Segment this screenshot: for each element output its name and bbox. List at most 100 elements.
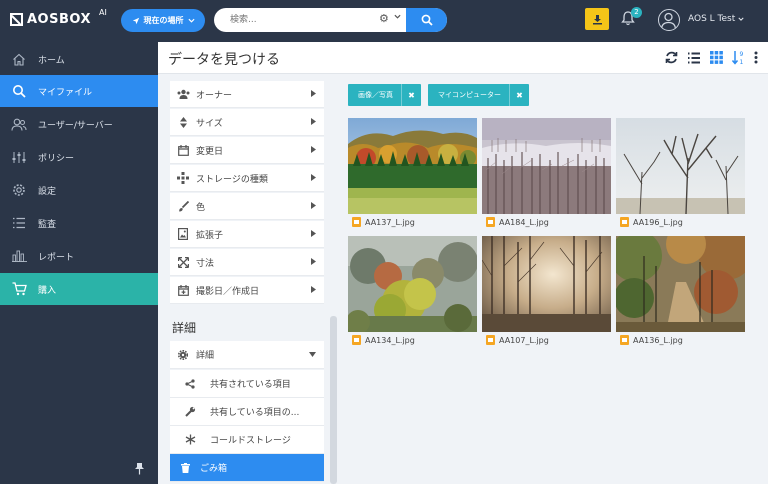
filter-owner[interactable]: オーナー <box>170 81 324 108</box>
more-options-icon[interactable] <box>754 51 758 64</box>
filter-label: 色 <box>196 202 206 213</box>
cold-storage-item[interactable]: コールドストレージ <box>170 426 324 454</box>
filter-storage-type[interactable]: ストレージの種類 <box>170 165 324 192</box>
snowflake-icon <box>185 434 195 445</box>
caret-right-icon <box>311 90 316 97</box>
calendar-plus-icon <box>177 284 189 296</box>
user-name: AOS L Test <box>688 14 736 24</box>
sort-numeric-icon[interactable]: 91 <box>732 50 745 65</box>
caret-right-icon <box>311 286 316 293</box>
current-location-button[interactable]: 現在の場所 <box>121 9 205 32</box>
sidebar-item-label: ユーザー/サーバー <box>38 120 113 131</box>
image-thumbnail-aa196[interactable] <box>616 118 745 214</box>
sidebar-item-report[interactable]: レポート <box>0 240 158 272</box>
gear-icon <box>178 349 188 360</box>
image-file-icon <box>486 335 495 345</box>
autumn-forest-photo <box>348 118 477 214</box>
filter-dimensions[interactable]: 寸法 <box>170 249 324 276</box>
image-thumbnail-aa134[interactable] <box>348 236 477 332</box>
list-view-icon[interactable] <box>687 52 701 64</box>
filter-size[interactable]: サイズ <box>170 109 324 136</box>
shared-by-me-item[interactable]: 共有している項目の... <box>170 398 324 426</box>
details-dropdown[interactable]: 詳細 <box>170 341 324 369</box>
sidebar-item-home[interactable]: ホーム <box>0 43 158 75</box>
logo-text: AOSBOX <box>27 12 91 27</box>
download-icon <box>592 14 602 24</box>
filter-extension[interactable]: 拡張子 <box>170 221 324 248</box>
image-thumbnail-aa184[interactable] <box>482 118 611 214</box>
caret-right-icon <box>311 146 316 153</box>
sort-icon <box>179 116 187 128</box>
sidebar-item-policy[interactable]: ポリシー <box>0 141 158 173</box>
cart-icon <box>12 282 27 296</box>
filter-panel: オーナー サイズ 変更日 ストレージの種類 色 拡張子 寸法 撮影日／作成日 詳… <box>158 74 338 484</box>
shared-with-me-item[interactable]: 共有されている項目 <box>170 370 324 398</box>
main-header: データを見つける 91 <box>158 42 768 74</box>
file-name-label[interactable]: AA134_L.jpg <box>352 335 415 345</box>
sidebar-item-label: 設定 <box>38 186 57 197</box>
image-thumbnail-aa107[interactable] <box>482 236 611 332</box>
details-label: ごみ箱 <box>200 464 228 474</box>
file-name-label[interactable]: AA107_L.jpg <box>486 335 549 345</box>
search-button[interactable] <box>406 8 447 32</box>
sidebar-item-label: 監査 <box>38 219 57 230</box>
search-icon <box>13 85 26 98</box>
file-name-label[interactable]: AA137_L.jpg <box>352 217 415 227</box>
remove-tag-close-icon[interactable]: ✖ <box>509 84 529 106</box>
share-icon <box>185 378 195 389</box>
image-thumbnail-aa137[interactable] <box>348 118 477 214</box>
trash-item[interactable]: ごみ箱 <box>170 454 324 482</box>
svg-text:1: 1 <box>740 59 744 65</box>
calendar-icon <box>177 144 189 156</box>
top-bar: AOSBOX AI 現在の場所 ⚙ 2 AOS L Test <box>0 0 768 42</box>
filter-capture-date[interactable]: 撮影日／作成日 <box>170 277 324 304</box>
logo[interactable]: AOSBOX AI <box>10 8 107 27</box>
user-icon <box>660 12 677 30</box>
filter-label: ストレージの種類 <box>196 174 268 185</box>
users-icon <box>11 118 27 131</box>
search-icon <box>421 14 433 26</box>
filter-tag-images: 画像／写真 ✖ <box>348 84 421 106</box>
caret-right-icon <box>311 202 316 209</box>
forest-path-photo <box>616 236 745 332</box>
search-bar: ⚙ <box>214 8 447 32</box>
trash-icon <box>180 462 190 473</box>
download-button[interactable] <box>585 8 609 30</box>
image-thumbnail-aa136[interactable] <box>616 236 745 332</box>
filter-label: 寸法 <box>196 258 215 269</box>
filter-scrollbar[interactable] <box>330 316 337 484</box>
wrench-icon <box>184 406 195 417</box>
chevron-down-icon[interactable] <box>394 14 401 19</box>
results-area: 画像／写真 ✖ マイコンピューター ✖ AA137_L.jpg AA184_L.… <box>338 74 768 484</box>
image-file-icon <box>620 217 629 227</box>
details-section-title: 詳細 <box>172 321 197 335</box>
details-label: 共有されている項目 <box>210 380 291 390</box>
page-title: データを見つける <box>168 52 280 68</box>
search-options-gear-icon[interactable]: ⚙ <box>379 12 389 25</box>
sidebar-item-users-servers[interactable]: ユーザー/サーバー <box>0 108 158 140</box>
bare-trees-photo <box>616 118 745 214</box>
winter-field-photo <box>482 118 611 214</box>
remove-tag-close-icon[interactable]: ✖ <box>401 84 421 106</box>
chevron-down-icon <box>738 17 744 21</box>
image-file-icon <box>352 217 361 227</box>
chevron-down-icon <box>187 18 195 23</box>
users-icon <box>177 89 189 99</box>
avatar[interactable] <box>658 9 680 31</box>
sidebar-item-my-files[interactable]: マイファイル <box>0 75 164 107</box>
sidebar-item-audit[interactable]: 監査 <box>0 207 158 239</box>
sidebar-item-label: 購入 <box>38 285 57 296</box>
refresh-icon[interactable] <box>665 51 678 64</box>
filter-label: 拡張子 <box>196 230 224 241</box>
sidebar-item-settings[interactable]: 設定 <box>0 174 158 206</box>
filter-modified-date[interactable]: 変更日 <box>170 137 324 164</box>
filter-color[interactable]: 色 <box>170 193 324 220</box>
user-menu[interactable]: AOS L Test <box>688 14 744 24</box>
file-name-label[interactable]: AA184_L.jpg <box>486 217 549 227</box>
grid-view-icon[interactable] <box>710 51 723 64</box>
pin-icon[interactable] <box>134 462 145 475</box>
notification-badge: 2 <box>631 7 642 18</box>
file-name-label[interactable]: AA136_L.jpg <box>620 335 683 345</box>
sidebar-item-purchase[interactable]: 購入 <box>0 273 158 305</box>
file-name-label[interactable]: AA196_L.jpg <box>620 217 683 227</box>
